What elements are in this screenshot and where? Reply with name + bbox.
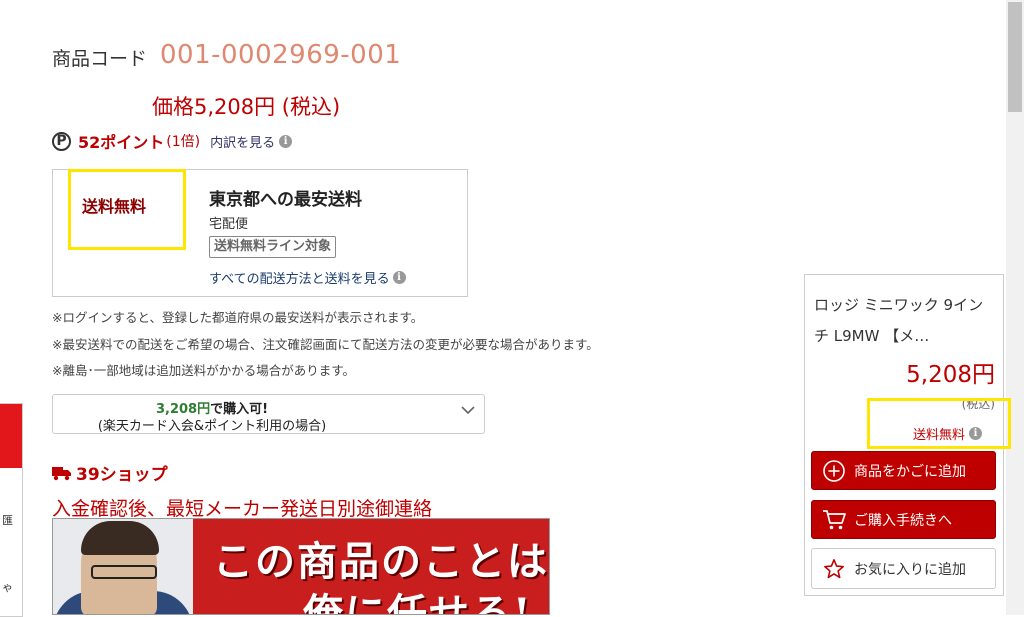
points-breakdown-link[interactable]: 内訳を見る (210, 132, 275, 151)
shipping-note: ※ログインすると、登録した都道府県の最安送料が表示されます。 (52, 310, 424, 325)
all-shipping-methods-link[interactable]: すべての配送方法と送料を見る i (209, 268, 406, 287)
shipping-title: 東京都への最安送料 (209, 190, 362, 210)
shipping-method: 宅配便 (209, 217, 249, 232)
cart-icon (822, 508, 846, 532)
points-row: P 52ポイント (1倍) 内訳を見る i (52, 128, 293, 154)
add-to-favorites-label[interactable]: お気に入りに追加 (854, 559, 966, 579)
shop-link[interactable]: 39ショップ (52, 460, 168, 485)
add-to-cart-button[interactable]: 商品をかごに追加 (811, 451, 996, 490)
left-edge-glyph: ゃ (2, 581, 13, 594)
all-shipping-methods-label[interactable]: すべての配送方法と送料を見る (209, 268, 390, 287)
card-offer-line2[interactable]: (楽天カード入会&ポイント利用の場合) (52, 415, 372, 434)
free-shipping-label: 送料無料 (82, 197, 147, 216)
points-value: 52ポイント (78, 133, 165, 152)
shipping-note: ※離島･一部地域は追加送料がかかる場合があります。 (52, 363, 355, 378)
chevron-down-icon[interactable] (461, 403, 475, 417)
banner-text-line2: 俺に任せろ! (303, 590, 533, 615)
info-icon[interactable]: i (969, 427, 983, 440)
side-product-price: 5,208円 (906, 362, 995, 388)
banner-person-glasses (91, 565, 157, 579)
plus-circle-icon (822, 459, 846, 483)
left-edge-glyph: 匯 (2, 514, 13, 527)
left-edge-red-block (0, 404, 22, 468)
shipping-note: ※最安送料での配送をご希望の場合、注文確認画面にて配送方法の変更が必要な場合があ… (52, 337, 599, 352)
product-code-value: 001-0002969-001 (160, 40, 402, 70)
product-code-label: 商品コード (52, 48, 148, 70)
checkout-button[interactable]: ご購入手続きへ (811, 500, 996, 539)
add-to-cart-label[interactable]: 商品をかごに追加 (854, 461, 966, 481)
scrollbar-thumb[interactable] (1008, 2, 1022, 112)
side-product-title: ロッジ ミニワック 9インチ L9MW 【メ… (814, 296, 984, 345)
star-icon (822, 557, 846, 581)
add-to-favorites-button[interactable]: お気に入りに追加 (811, 548, 996, 589)
product-price: 価格5,208円 (税込) (152, 95, 341, 119)
checkout-label[interactable]: ご購入手続きへ (854, 510, 952, 530)
left-edge-panel: 匯 ゃ (0, 403, 23, 617)
banner-text-line1: この商品のことは (213, 538, 549, 585)
p-circle-icon: P (52, 131, 71, 151)
info-icon[interactable]: i (392, 271, 406, 284)
points-multiplier: (1倍) (166, 134, 201, 150)
info-icon[interactable]: i (279, 134, 293, 148)
truck-icon (52, 466, 71, 480)
free-shipping-line-badge: 送料無料ライン対象 (209, 236, 337, 258)
side-free-shipping-label: 送料無料 (913, 428, 966, 443)
shop-banner-image[interactable]: この商品のことは 俺に任せろ! (52, 518, 550, 615)
side-free-shipping: 送料無料 i (913, 424, 983, 443)
banner-person-hair (81, 521, 159, 555)
shop-name[interactable]: 39ショップ (76, 460, 168, 485)
shop-shipping-info: 入金確認後、最短メーカー発送日別途御連絡 (52, 498, 433, 520)
